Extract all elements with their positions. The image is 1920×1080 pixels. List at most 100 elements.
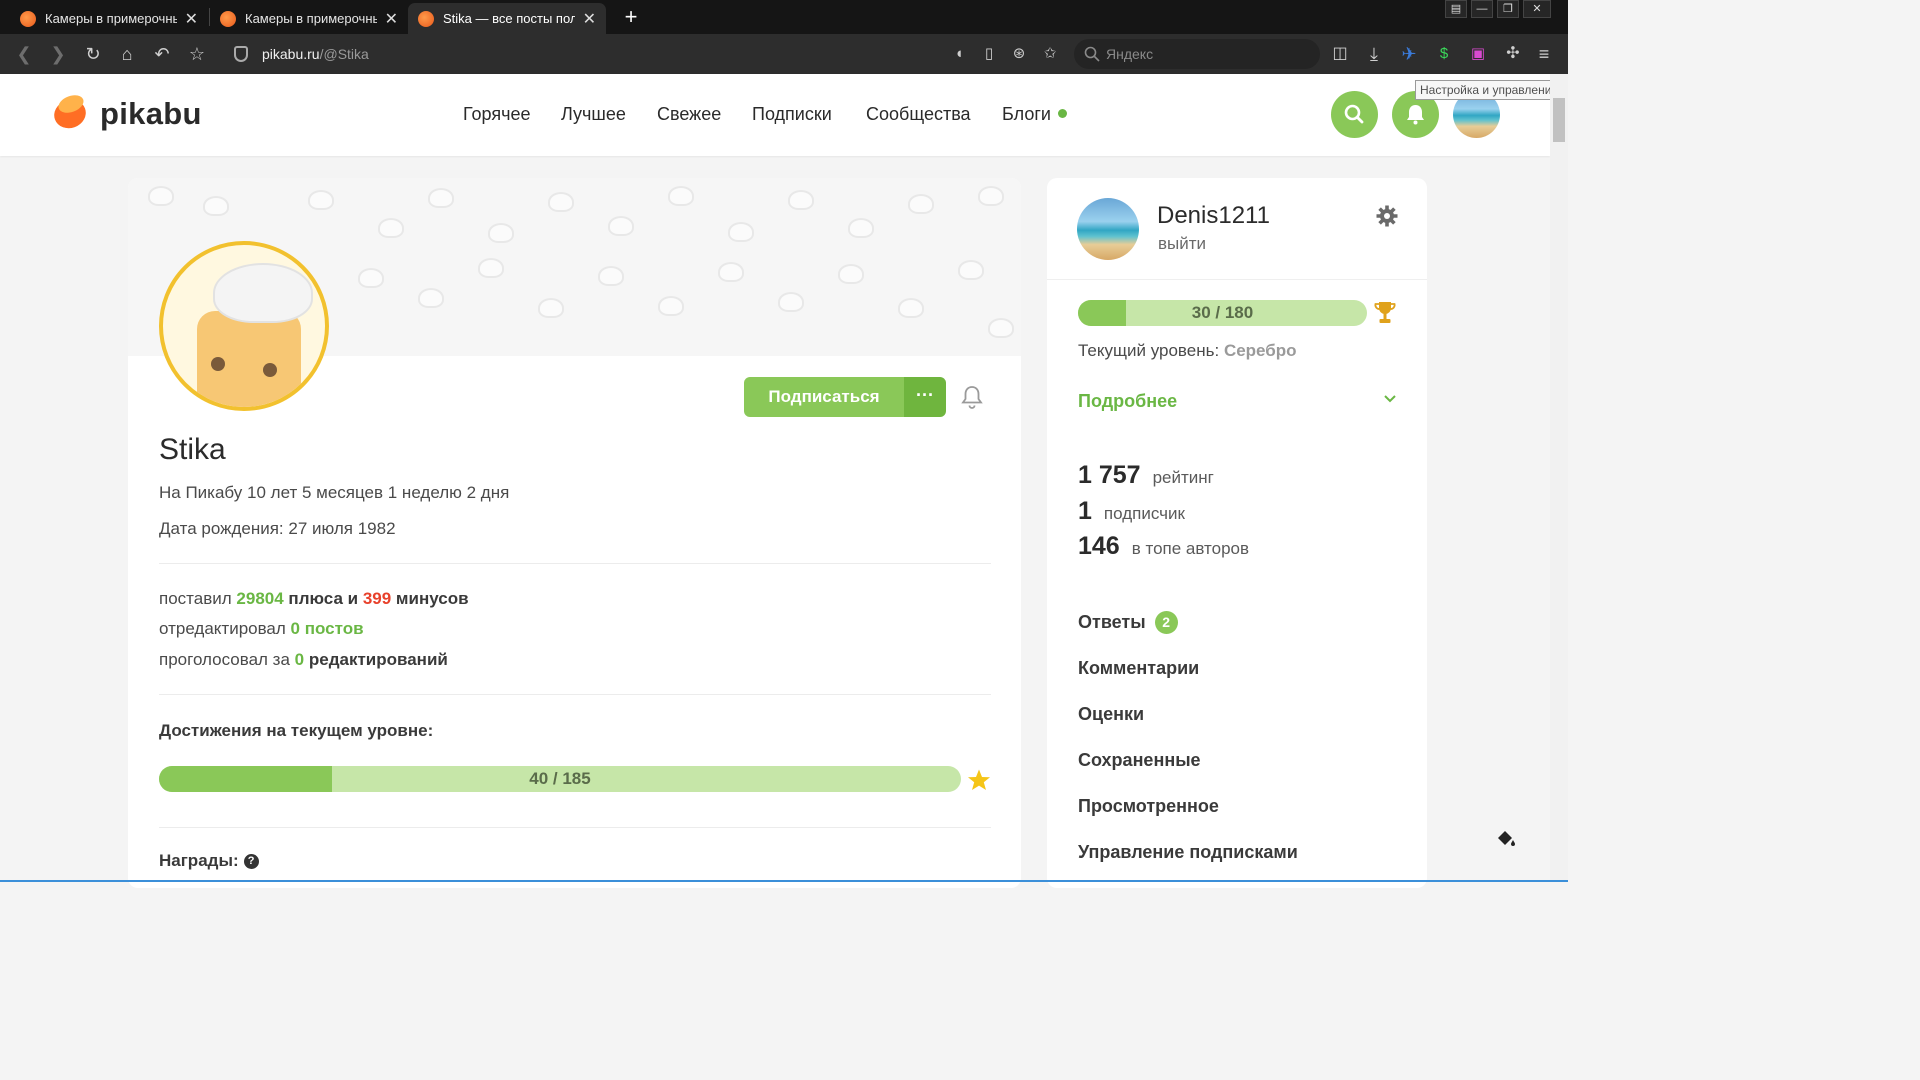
gear-icon[interactable]	[1375, 204, 1399, 228]
undo-close-icon[interactable]: ↶	[151, 43, 173, 65]
votes-stat-text: плюса и	[288, 589, 359, 608]
divider	[1047, 279, 1427, 280]
tab-close-icon[interactable]: ✕	[583, 9, 596, 29]
extension-translate-icon[interactable]: ✈	[1398, 43, 1420, 65]
nav-blogs-label: Блоги	[1002, 104, 1051, 124]
dumpling-pattern-icon	[898, 298, 924, 318]
address-bar[interactable]: pikabu.ru/@Stika	[228, 41, 369, 67]
vpn-icon[interactable]: ⊛	[1008, 43, 1030, 65]
minimize-button[interactable]: —	[1471, 0, 1493, 18]
dumpling-pattern-icon	[978, 186, 1004, 206]
back-icon[interactable]: ❮	[13, 43, 35, 65]
bookmark-star-icon[interactable]: ☆	[186, 43, 208, 65]
home-icon[interactable]: ⌂	[116, 43, 138, 65]
sidebar-item-comments[interactable]: Комментарии	[1078, 658, 1199, 679]
nav-best[interactable]: Лучшее	[561, 104, 626, 125]
tab-title: Камеры в примерочны	[45, 11, 177, 26]
dumpling-pattern-icon	[658, 296, 684, 316]
current-level-value: Серебро	[1223, 341, 1297, 360]
chevron-down-icon[interactable]	[1383, 394, 1397, 404]
sidebar-username[interactable]: Denis1211	[1157, 202, 1270, 230]
tab-list-button[interactable]: ▤	[1445, 0, 1467, 18]
on-site-duration: На Пикабу 10 лет 5 месяцев 1 неделю 2 дн…	[159, 483, 510, 502]
profile-avatar	[159, 241, 329, 411]
dumpling-pattern-icon	[598, 266, 624, 286]
subscribers-stat: 1 подписчик	[1078, 497, 1185, 526]
tab-close-icon[interactable]: ✕	[185, 9, 198, 29]
nav-fresh[interactable]: Свежее	[657, 104, 721, 125]
level-progress-bar: 30 / 180	[1078, 300, 1367, 326]
more-details-link[interactable]: Подробнее	[1078, 391, 1177, 412]
search-field[interactable]: Яндекс	[1074, 39, 1320, 69]
current-level: Текущий уровень: Серебро	[1078, 341, 1297, 361]
dumpling-pattern-icon	[908, 194, 934, 214]
browser-tab[interactable]: Камеры в примерочны ✕	[210, 3, 408, 34]
add-bookmark-icon[interactable]: ✩	[1039, 43, 1061, 65]
nav-communities[interactable]: Сообщества	[866, 104, 971, 125]
browser-tab[interactable]: Камеры в примерочны ✕	[10, 3, 208, 34]
paint-bucket-icon[interactable]	[1494, 826, 1518, 856]
bell-icon[interactable]	[960, 384, 984, 410]
edited-posts-link[interactable]: 0 постов	[291, 619, 364, 638]
restore-button[interactable]: ❐	[1497, 0, 1519, 18]
reader-mode-icon[interactable]: ▯	[978, 43, 1000, 65]
forward-icon[interactable]: ❯	[47, 43, 69, 65]
more-options-button[interactable]: ···	[904, 377, 946, 417]
sidebar-item-viewed[interactable]: Просмотренное	[1078, 796, 1219, 817]
scrollbar-thumb[interactable]	[1553, 98, 1565, 142]
search-icon	[1084, 46, 1100, 62]
sidebar-avatar[interactable]	[1077, 198, 1139, 260]
rating-label: рейтинг	[1152, 468, 1214, 487]
dumpling-pattern-icon	[838, 264, 864, 284]
new-tab-button[interactable]: +	[618, 4, 644, 30]
download-icon[interactable]: ⤓	[1363, 43, 1385, 65]
tab-title: Stika — все посты поль	[443, 11, 575, 26]
tab-close-icon[interactable]: ✕	[385, 9, 398, 29]
menu-icon[interactable]: ≡	[1533, 43, 1555, 65]
achievements-title: Достижения на текущем уровне:	[159, 721, 434, 740]
page-scrollbar[interactable]	[1550, 74, 1568, 882]
help-icon[interactable]: ?	[243, 853, 259, 869]
screenshot-icon[interactable]: ◫	[1329, 43, 1351, 65]
paint-bucket-glyph	[1498, 831, 1515, 846]
close-window-button[interactable]: ✕	[1523, 0, 1551, 18]
browser-tab-active[interactable]: Stika — все посты поль ✕	[408, 3, 606, 34]
nav-subscriptions[interactable]: Подписки	[752, 104, 832, 125]
nav-blogs[interactable]: Блоги	[1002, 104, 1067, 125]
extensions-puzzle-icon[interactable]: ✣	[1502, 43, 1524, 65]
sidebar-item-ratings[interactable]: Оценки	[1078, 704, 1144, 725]
dumpling-pattern-icon	[478, 258, 504, 278]
progress-label: 40 / 185	[529, 769, 591, 788]
awards-label: Награды:	[159, 851, 239, 870]
pikabu-logo[interactable]: pikabu	[50, 92, 202, 133]
top-authors-stat: 146 в топе авторов	[1078, 532, 1249, 561]
profile-card: Подписаться ··· Stika На Пикабу 10 лет 5…	[128, 178, 1021, 888]
votes-stat-text: минусов	[395, 589, 469, 608]
dumpling-pattern-icon	[728, 222, 754, 242]
extension-color-picker-icon[interactable]: ▣	[1467, 43, 1489, 65]
sidebar-item-manage-subscriptions[interactable]: Управление подписками	[1078, 842, 1298, 863]
dumpling-pattern-icon	[418, 288, 444, 308]
new-dot-icon	[1057, 109, 1067, 118]
edits-stat: отредактировал 0 постов	[159, 619, 364, 639]
tab-title: Камеры в примерочны	[245, 11, 377, 26]
nav-hot[interactable]: Горячее	[463, 104, 531, 125]
extension-dollar-icon[interactable]: $	[1433, 43, 1455, 65]
reload-icon[interactable]: ↻	[82, 43, 104, 65]
divider	[159, 563, 991, 564]
subscribers-label: подписчик	[1103, 504, 1185, 523]
sidebar-item-label: Ответы	[1078, 612, 1146, 632]
tooltip: Настройка и управление	[1415, 80, 1564, 100]
pikabu-favicon-icon	[418, 10, 434, 27]
site-search-button[interactable]	[1331, 91, 1378, 138]
sidebar-item-saved[interactable]: Сохраненные	[1078, 750, 1201, 771]
logout-link[interactable]: выйти	[1158, 234, 1206, 254]
minus-count: 399	[362, 589, 392, 608]
subscribe-button[interactable]: Подписаться	[744, 377, 904, 417]
pikabu-favicon-icon	[220, 10, 236, 27]
sidebar-item-answers[interactable]: Ответы 2	[1078, 611, 1178, 634]
star-icon	[968, 769, 990, 790]
dumpling-pattern-icon	[378, 218, 404, 238]
read-aloud-icon[interactable]: ◖	[948, 43, 970, 65]
browser-tab-bar: Камеры в примерочны ✕ Камеры в примерочн…	[0, 0, 1568, 34]
